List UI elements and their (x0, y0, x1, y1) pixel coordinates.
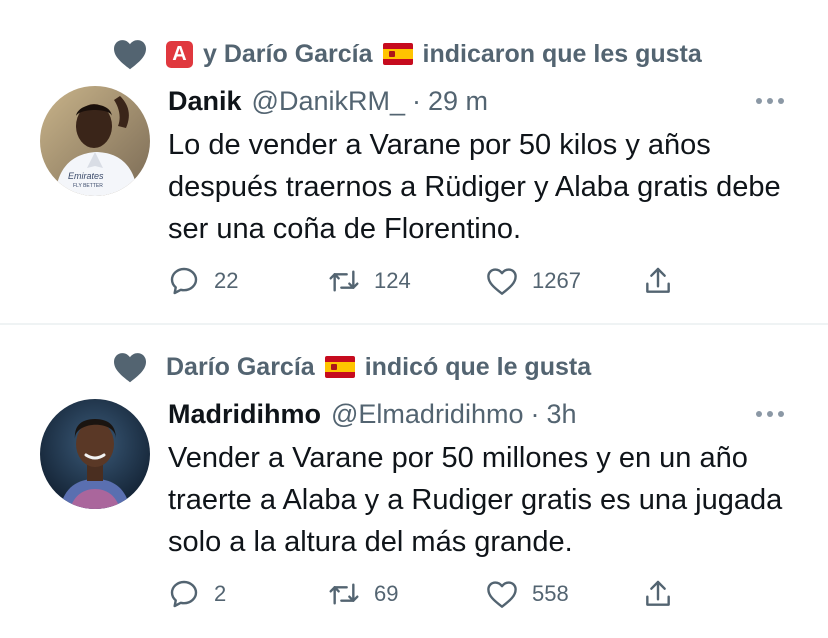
like-icon (487, 581, 517, 608)
heart-filled-icon (114, 353, 146, 383)
like-count: 1267 (532, 268, 581, 293)
more-dots-icon[interactable] (754, 409, 786, 419)
retweet-icon (329, 583, 359, 605)
social-context: A y Darío García indicaron que les gusta (112, 38, 702, 70)
retweet-count: 124 (374, 268, 411, 293)
author-name[interactable]: Danik (168, 86, 242, 117)
like-button[interactable]: 558 (486, 578, 569, 610)
social-names[interactable]: Darío García (166, 353, 315, 382)
a-badge-icon: A (166, 40, 193, 68)
avatar-photo (40, 399, 150, 509)
avatar[interactable] (40, 399, 150, 509)
like-count: 558 (532, 581, 569, 606)
share-button[interactable] (642, 578, 688, 610)
tweet-text: Lo de vender a Varane por 50 kilos y año… (168, 129, 781, 245)
tweet-time[interactable]: 3h (546, 399, 576, 430)
like-icon (487, 268, 517, 295)
retweet-count: 69 (374, 581, 399, 606)
reply-icon (170, 267, 198, 295)
share-icon (646, 580, 670, 606)
reply-count: 2 (214, 581, 227, 606)
retweet-button[interactable]: 124 (328, 265, 411, 297)
retweet-button[interactable]: 69 (328, 578, 398, 610)
spain-flag-icon (324, 356, 355, 378)
heart-filled-icon (114, 40, 146, 70)
tweet-header: Madridihmo @Elmadridihmo · 3h (168, 399, 577, 430)
avatar-sponsor-subtext: FLY BETTER (73, 183, 103, 189)
reply-button[interactable]: 2 (168, 578, 226, 610)
reply-icon (170, 580, 198, 608)
retweet-icon (329, 270, 359, 292)
reply-button[interactable]: 22 (168, 265, 238, 297)
spain-flag-icon (382, 43, 413, 65)
avatar-photo: Emirates FLY BETTER (40, 86, 150, 196)
header-separator: · (411, 86, 421, 116)
social-context: Darío García indicó que le gusta (112, 351, 591, 383)
author-handle[interactable]: @Elmadridihmo (331, 399, 523, 430)
more-dots-icon[interactable] (754, 96, 786, 106)
tweet-2[interactable]: Darío García indicó que le gusta Madridi… (0, 325, 828, 638)
avatar-sponsor-text: Emirates (68, 171, 104, 181)
avatar[interactable]: Emirates FLY BETTER (40, 86, 150, 196)
header-separator: · (530, 399, 540, 429)
tweet-1[interactable]: A y Darío García indicaron que les gusta (0, 0, 828, 323)
reply-count: 22 (214, 268, 239, 293)
share-icon (646, 267, 670, 293)
social-names[interactable]: y Darío García (203, 40, 373, 69)
share-button[interactable] (642, 265, 688, 297)
tweet-text: Vender a Varane por 50 millones y en un … (168, 442, 783, 558)
author-handle[interactable]: @DanikRM_ (252, 86, 405, 117)
social-action-text: indicaron que les gusta (422, 39, 702, 68)
like-button[interactable]: 1267 (486, 265, 581, 297)
social-action-text: indicó que le gusta (364, 352, 592, 381)
author-name[interactable]: Madridihmo (168, 399, 321, 430)
tweet-time[interactable]: 29 m (428, 86, 488, 117)
tweet-header: Danik @DanikRM_ · 29 m (168, 86, 488, 117)
